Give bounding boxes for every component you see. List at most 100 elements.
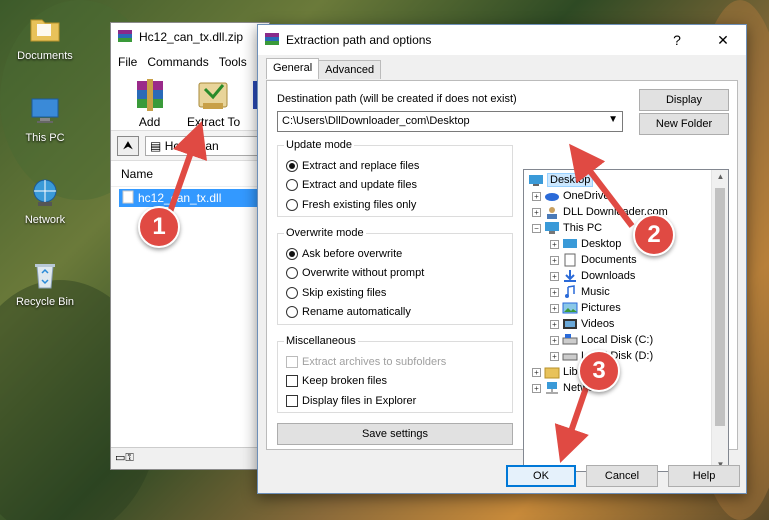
radio-fresh-existing[interactable]: Fresh existing files only bbox=[286, 199, 416, 211]
tree-item-music[interactable]: + Music bbox=[550, 284, 610, 300]
close-button[interactable]: ✕ bbox=[700, 32, 746, 49]
option-label: Rename automatically bbox=[302, 306, 411, 318]
recycle-bin-icon bbox=[28, 258, 62, 292]
tab-advanced[interactable]: Advanced bbox=[318, 60, 382, 79]
tree-item-videos[interactable]: + Videos bbox=[550, 316, 614, 332]
document-icon bbox=[562, 253, 578, 267]
checkbox-keep-broken[interactable]: Keep broken files bbox=[286, 375, 387, 387]
tree-label: Music bbox=[581, 286, 610, 298]
expand-icon[interactable]: + bbox=[550, 287, 559, 297]
tree-item-local-c[interactable]: + Local Disk (C:) bbox=[550, 332, 653, 348]
help-title-button[interactable]: ? bbox=[654, 32, 700, 48]
winrar-title: Hc12_can_tx.dll.zip bbox=[139, 30, 244, 44]
dialog-titlebar[interactable]: Extraction path and options ? ✕ bbox=[258, 25, 746, 55]
tree-label: Desktop bbox=[547, 173, 594, 187]
folder-tree[interactable]: Desktop + OneDrive + DLL Downloader.com … bbox=[523, 169, 729, 472]
expand-icon[interactable]: + bbox=[550, 255, 559, 265]
expand-icon[interactable]: + bbox=[532, 367, 541, 377]
radio-icon bbox=[286, 267, 298, 279]
display-button[interactable]: Display bbox=[639, 89, 729, 111]
destination-path-combobox[interactable]: C:\Users\DllDownloader_com\Desktop ▼ bbox=[277, 111, 623, 132]
expand-icon[interactable]: + bbox=[550, 319, 559, 329]
desktop-icon-network[interactable]: Network bbox=[5, 176, 85, 226]
scroll-thumb[interactable] bbox=[715, 188, 725, 426]
option-label: Fresh existing files only bbox=[302, 199, 417, 211]
expand-icon[interactable]: + bbox=[550, 239, 559, 249]
radio-skip-existing[interactable]: Skip existing files bbox=[286, 287, 386, 299]
tree-item-pictures[interactable]: + Pictures bbox=[550, 300, 621, 316]
winrar-titlebar[interactable]: Hc12_can_tx.dll.zip bbox=[111, 23, 269, 51]
expand-icon[interactable]: + bbox=[550, 335, 559, 345]
archive-path: Hc12_can bbox=[164, 138, 219, 153]
desktop-icon-recycle-bin[interactable]: Recycle Bin bbox=[5, 258, 85, 308]
menu-commands[interactable]: Commands bbox=[147, 55, 208, 69]
radio-extract-update[interactable]: Extract and update files bbox=[286, 179, 417, 191]
tree-item-pc-desktop[interactable]: + Desktop bbox=[550, 236, 621, 252]
option-label: Extract and update files bbox=[302, 179, 417, 191]
tree-item-desktop[interactable]: Desktop bbox=[528, 172, 594, 188]
winrar-app-icon bbox=[117, 29, 133, 46]
add-button[interactable]: Add bbox=[123, 77, 176, 130]
expand-icon[interactable]: + bbox=[532, 383, 541, 393]
add-label: Add bbox=[138, 115, 161, 129]
update-mode-group: Update mode Extract and replace files Ex… bbox=[277, 139, 513, 217]
radio-icon bbox=[286, 287, 298, 299]
collapse-icon[interactable]: − bbox=[532, 223, 541, 233]
radio-overwrite-without-prompt[interactable]: Overwrite without prompt bbox=[286, 267, 424, 279]
menu-tools[interactable]: Tools bbox=[219, 55, 247, 69]
tree-label: Local Disk (C:) bbox=[581, 334, 654, 346]
radio-selected-icon bbox=[286, 248, 298, 260]
expand-icon[interactable]: + bbox=[550, 271, 559, 281]
radio-rename-automatically[interactable]: Rename automatically bbox=[286, 306, 411, 318]
archive-path-box[interactable]: ▤ Hc12_can bbox=[145, 135, 269, 156]
up-arrow-icon: ⮝ bbox=[122, 138, 134, 152]
column-header-name[interactable]: Name bbox=[111, 161, 269, 187]
radio-icon bbox=[286, 306, 298, 318]
network-icon bbox=[544, 381, 560, 395]
drive-icon bbox=[562, 349, 578, 363]
libraries-icon bbox=[544, 365, 560, 379]
tree-scrollbar[interactable]: ▲ ▼ bbox=[711, 170, 728, 471]
expand-icon[interactable]: + bbox=[532, 191, 541, 201]
chevron-down-icon[interactable]: ▼ bbox=[608, 114, 618, 125]
tree-item-documents[interactable]: + Documents bbox=[550, 252, 637, 268]
new-folder-button[interactable]: New Folder bbox=[639, 113, 729, 135]
option-label: Ask before overwrite bbox=[302, 248, 403, 260]
expand-icon[interactable]: + bbox=[550, 303, 559, 313]
expand-icon[interactable]: + bbox=[532, 207, 541, 217]
winrar-app-icon bbox=[264, 32, 280, 49]
tree-item-onedrive[interactable]: + OneDrive bbox=[532, 188, 609, 204]
checkbox-display-explorer[interactable]: Display files in Explorer bbox=[286, 395, 416, 407]
option-label: Display files in Explorer bbox=[302, 395, 417, 407]
desktop-icon-documents[interactable]: Documents bbox=[5, 12, 85, 62]
radio-extract-replace[interactable]: Extract and replace files bbox=[286, 160, 419, 172]
up-folder-button[interactable]: ⮝ bbox=[117, 135, 139, 156]
radio-ask-overwrite[interactable]: Ask before overwrite bbox=[286, 248, 402, 260]
drive-key-icon: ▭⚿ bbox=[115, 452, 134, 464]
file-row[interactable]: hc12_can_tx.dll bbox=[119, 189, 269, 207]
desktop-icon-this-pc[interactable]: This PC bbox=[5, 94, 85, 144]
desktop-icon-label: Network bbox=[24, 214, 66, 226]
tree-label: Desktop bbox=[581, 238, 622, 250]
extract-to-button[interactable]: Extract To bbox=[184, 77, 243, 130]
winrar-toolbar: Add Extract To bbox=[111, 73, 269, 131]
checkbox-icon bbox=[286, 375, 298, 387]
tree-item-this-pc[interactable]: − This PC bbox=[532, 220, 602, 236]
callout-badge-1: 1 bbox=[138, 206, 180, 248]
tree-item-downloads[interactable]: + Downloads bbox=[550, 268, 635, 284]
scroll-up-icon[interactable]: ▲ bbox=[712, 172, 728, 181]
cancel-button[interactable]: Cancel bbox=[586, 465, 658, 487]
option-label: Extract archives to subfolders bbox=[302, 356, 447, 368]
menu-file[interactable]: File bbox=[118, 55, 137, 69]
tab-general[interactable]: General bbox=[266, 58, 320, 79]
expand-icon[interactable]: + bbox=[550, 351, 559, 361]
tree-label: OneDrive bbox=[563, 190, 610, 202]
ok-button[interactable]: OK bbox=[506, 465, 576, 487]
user-folder-icon bbox=[544, 205, 560, 219]
help-button[interactable]: Help bbox=[668, 465, 740, 487]
checkbox-extract-subfolders[interactable]: Extract archives to subfolders bbox=[286, 356, 446, 368]
save-settings-button[interactable]: Save settings bbox=[277, 423, 513, 445]
winrar-window: Hc12_can_tx.dll.zip File Commands Tools … bbox=[110, 22, 270, 470]
desktop-folder-icon bbox=[562, 237, 578, 251]
radio-icon bbox=[286, 199, 298, 211]
